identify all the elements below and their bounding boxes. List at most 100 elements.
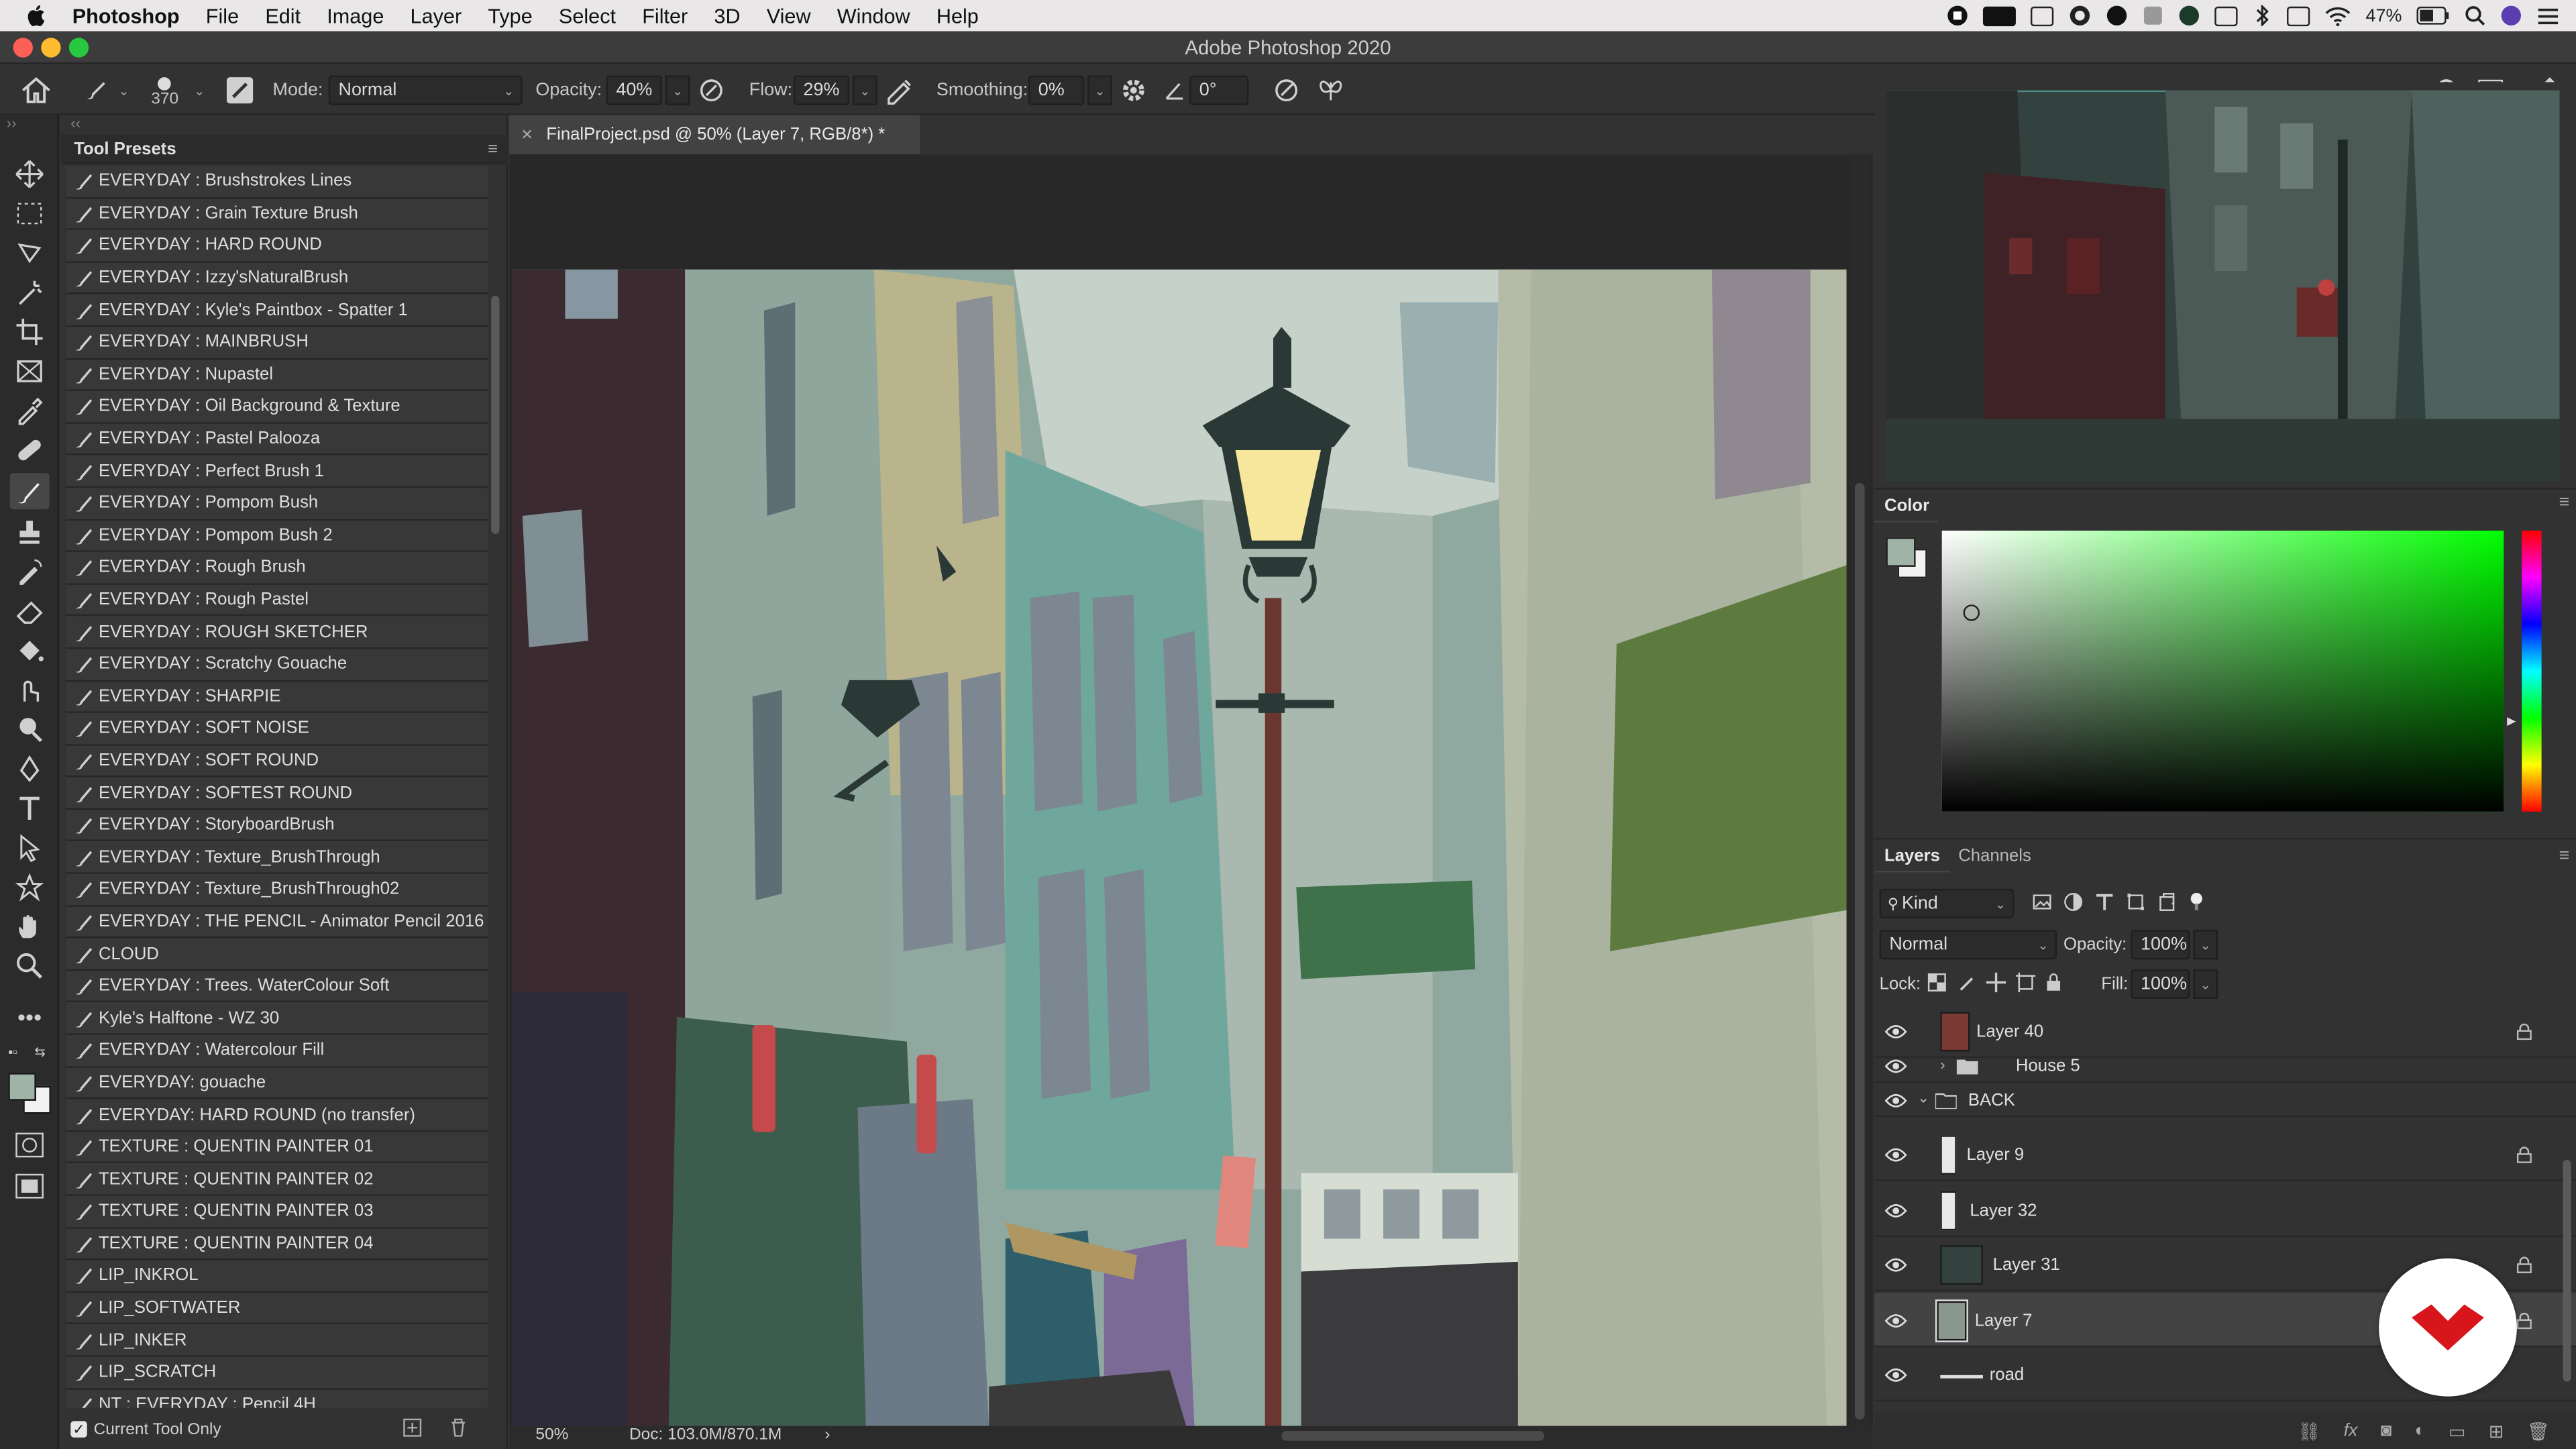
sync-icon[interactable] xyxy=(2178,5,2200,26)
home-button[interactable] xyxy=(19,66,52,115)
fill-slider-button[interactable]: ⌄ xyxy=(2193,969,2218,999)
brush-settings-panel-button[interactable] xyxy=(225,66,255,115)
tool-preset-item[interactable]: EVERYDAY : SOFTEST ROUND xyxy=(65,777,488,810)
filter-type-icon[interactable] xyxy=(2094,892,2114,912)
crop-tool[interactable] xyxy=(10,314,50,350)
brush-size-dropdown-icon[interactable]: ⌄ xyxy=(194,66,205,115)
lock-image-pixels-icon[interactable] xyxy=(1957,973,1976,992)
tool-preset-item[interactable]: CLOUD xyxy=(65,938,488,971)
visibility-eye-icon[interactable] xyxy=(1884,1201,1907,1218)
collapse-group-chevron-icon[interactable]: ⌄ xyxy=(1917,1088,1929,1106)
layer-name[interactable]: Layer 40 xyxy=(1976,1021,2043,1040)
lasso-tool[interactable] xyxy=(10,235,50,271)
history-brush-tool[interactable] xyxy=(10,553,50,590)
skype-icon[interactable] xyxy=(2106,5,2128,26)
marquee-tool[interactable] xyxy=(10,195,50,231)
visibility-eye-icon[interactable] xyxy=(1884,1312,1907,1328)
lock-transparent-pixels-icon[interactable] xyxy=(1927,973,1947,992)
channels-tab[interactable]: Channels xyxy=(1949,839,2041,872)
creative-cloud-icon[interactable] xyxy=(2068,5,2091,26)
vertical-scroll-thumb[interactable] xyxy=(1854,483,1865,1419)
eyedropper-tool[interactable] xyxy=(10,392,50,429)
layer-name[interactable]: Layer 7 xyxy=(1975,1310,2033,1330)
layers-panel-menu-icon[interactable]: ≡ xyxy=(2559,846,2570,865)
delete-layer-trash-icon[interactable]: 🗑 xyxy=(2527,1420,2550,1442)
lock-all-icon[interactable] xyxy=(2045,973,2061,992)
tool-preset-item[interactable]: LIP_INKROL xyxy=(65,1260,488,1293)
tool-preset-item[interactable]: LIP_SCRATCH xyxy=(65,1356,488,1389)
pressure-opacity-button[interactable] xyxy=(696,66,726,115)
panel-menu-icon[interactable]: ≡ xyxy=(488,135,498,164)
canvas[interactable] xyxy=(513,269,1847,1426)
tool-preset-item[interactable]: EVERYDAY : MAINBRUSH xyxy=(65,327,488,360)
color-panel-tab[interactable]: Color xyxy=(1874,489,1939,523)
dodge-tool[interactable] xyxy=(10,711,50,747)
tool-preset-item[interactable]: EVERYDAY : SHARPIE xyxy=(65,681,488,714)
tool-preset-item[interactable]: EVERYDAY : Perfect Brush 1 xyxy=(65,455,488,488)
visibility-eye-icon[interactable] xyxy=(1884,1057,1907,1073)
record-icon[interactable] xyxy=(1947,5,1968,26)
tool-preset-item[interactable]: LIP_SOFTWATER xyxy=(65,1292,488,1325)
lock-artboard-icon[interactable] xyxy=(2015,972,2036,993)
tool-preset-item[interactable]: EVERYDAY : Scratchy Gouache xyxy=(65,649,488,682)
layer-row[interactable]: › House 5 xyxy=(1874,1048,2576,1083)
layers-tab[interactable]: Layers xyxy=(1874,839,1950,873)
frame-tool[interactable] xyxy=(10,354,50,390)
close-document-icon[interactable]: ✕ xyxy=(521,125,533,144)
siri-icon[interactable] xyxy=(2500,5,2522,26)
airbrush-button[interactable] xyxy=(884,66,917,115)
saturation-brightness-field[interactable] xyxy=(1941,531,2504,812)
screen-mode-button[interactable] xyxy=(10,1168,50,1204)
filter-toggle-icon[interactable] xyxy=(2188,892,2204,912)
blend-mode-select[interactable]: Normal ⌄ xyxy=(1879,930,2057,960)
tool-preset-item[interactable]: NT : EVERYDAY : Pencil 4H xyxy=(65,1389,488,1408)
notification-center-icon[interactable] xyxy=(2536,6,2559,25)
visibility-eye-icon[interactable] xyxy=(1884,1146,1907,1162)
bluetooth-icon[interactable] xyxy=(2253,5,2272,27)
zoom-level[interactable]: 50% xyxy=(535,1426,568,1444)
visibility-eye-icon[interactable] xyxy=(1884,1091,1907,1108)
smoothing-options-button[interactable] xyxy=(1120,66,1146,115)
tool-preset-item[interactable]: EVERYDAY : Nupastel xyxy=(65,359,488,392)
layer-name[interactable]: BACK xyxy=(1968,1090,2015,1110)
menu-select[interactable]: Select xyxy=(545,4,629,27)
move-tool[interactable] xyxy=(10,156,50,193)
tool-preset-item[interactable]: EVERYDAY : HARD ROUND xyxy=(65,230,488,263)
dropbox-icon[interactable] xyxy=(2142,5,2163,26)
tool-preset-item[interactable]: EVERYDAY : Pompom Bush xyxy=(65,488,488,521)
opacity-input[interactable]: 40% xyxy=(606,75,662,105)
menu-type[interactable]: Type xyxy=(475,4,546,27)
wifi-icon[interactable] xyxy=(2324,6,2351,25)
new-layer-icon[interactable]: ⊞ xyxy=(2489,1420,2504,1442)
airplay-icon[interactable] xyxy=(2286,5,2310,25)
healing-brush-tool[interactable] xyxy=(10,432,50,468)
tool-preset-item[interactable]: EVERYDAY : StoryboardBrush xyxy=(65,810,488,843)
spotlight-search-icon[interactable] xyxy=(2464,5,2485,26)
new-preset-button[interactable] xyxy=(402,1417,422,1437)
color-picker-cursor[interactable] xyxy=(1963,604,1980,621)
display-icon[interactable] xyxy=(2030,5,2054,25)
tool-preset-item[interactable]: TEXTURE : QUENTIN PAINTER 01 xyxy=(65,1131,488,1164)
layer-name[interactable]: road xyxy=(1990,1364,2024,1384)
menu-help[interactable]: Help xyxy=(923,4,991,27)
filter-pixel-icon[interactable] xyxy=(2032,892,2051,912)
opacity-slider-button[interactable]: ⌄ xyxy=(665,75,690,105)
foreground-color-swatch[interactable] xyxy=(8,1073,36,1101)
document-tab[interactable]: ✕ FinalProject.psd @ 50% (Layer 7, RGB/8… xyxy=(509,115,920,155)
paint-bucket-tool[interactable] xyxy=(10,633,50,669)
wd-drive-icon[interactable] xyxy=(1982,5,2016,25)
color-panel-menu-icon[interactable]: ≡ xyxy=(2559,493,2570,513)
layer-opacity-input[interactable]: 100% xyxy=(2131,930,2190,960)
menu-3d[interactable]: 3D xyxy=(701,4,753,27)
symmetry-button[interactable] xyxy=(1316,66,1346,115)
menu-app-photoshop[interactable]: Photoshop xyxy=(59,4,193,27)
visibility-eye-icon[interactable] xyxy=(1884,1023,1907,1039)
visibility-eye-icon[interactable] xyxy=(1884,1366,1907,1382)
pressure-size-button[interactable] xyxy=(1272,66,1301,115)
menu-image[interactable]: Image xyxy=(314,4,397,27)
window-icon[interactable] xyxy=(2214,5,2238,25)
reference-photo[interactable] xyxy=(1886,90,2560,482)
path-selection-tool[interactable] xyxy=(10,830,50,866)
tool-preset-item[interactable]: TEXTURE : QUENTIN PAINTER 03 xyxy=(65,1195,488,1228)
layer-style-fx-icon[interactable]: fx xyxy=(2344,1421,2358,1440)
